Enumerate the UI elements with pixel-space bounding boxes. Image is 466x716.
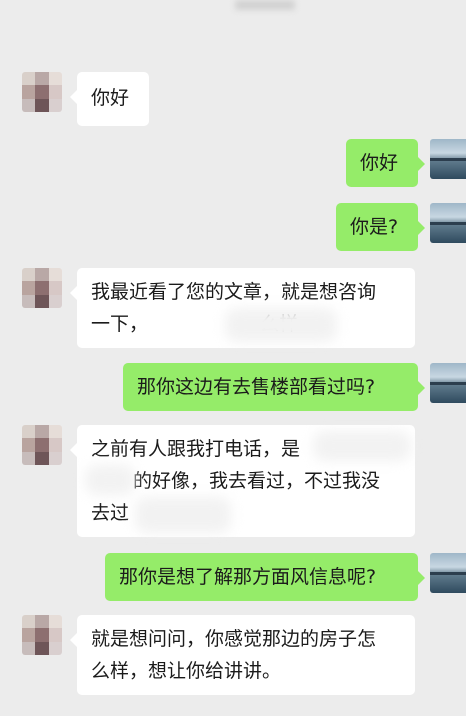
avatar-pixel xyxy=(48,628,62,642)
message-line: 就是想问问，你感觉那边的房子怎 xyxy=(91,628,377,650)
avatar-pixel xyxy=(22,641,36,655)
avatar-pixel xyxy=(48,294,62,308)
redaction-blur xyxy=(85,465,135,495)
contact-avatar[interactable] xyxy=(22,425,62,465)
avatar-pixel xyxy=(48,85,62,99)
message-line: 么样，想让你给讲讲。 xyxy=(91,660,282,682)
contact-avatar[interactable] xyxy=(22,268,62,308)
message-text: 的好像，我去看过，不过我没 xyxy=(133,470,381,492)
my-avatar[interactable] xyxy=(430,363,466,403)
contact-avatar[interactable] xyxy=(22,615,62,655)
landscape-lake-icon xyxy=(430,553,466,593)
avatar-mosaic xyxy=(22,425,62,465)
message-bubble[interactable]: 你好 xyxy=(346,139,425,187)
avatar-pixel xyxy=(22,451,36,465)
message-text: 一下， xyxy=(91,313,149,335)
my-avatar[interactable] xyxy=(430,553,466,593)
avatar-pixel xyxy=(35,294,49,308)
avatar-pixel xyxy=(35,615,49,629)
avatar-pixel xyxy=(22,85,36,99)
message-bubble[interactable]: 我最近看了您的文章，就是想咨询 一下，么样 xyxy=(70,268,415,348)
avatar-pixel xyxy=(35,438,49,452)
avatar-pixel xyxy=(48,98,62,112)
message-bubble[interactable]: 你是? xyxy=(336,203,425,251)
landscape-lake-icon xyxy=(430,363,466,403)
avatar-pixel xyxy=(22,438,36,452)
message-line: 的好像，我去看过，不过我没 xyxy=(91,465,401,497)
contact-avatar[interactable] xyxy=(22,72,62,112)
message-bubble[interactable]: 就是想问问，你感觉那边的房子怎 么样，想让你给讲讲。 xyxy=(70,615,415,695)
avatar-mosaic xyxy=(22,72,62,112)
message-bubble[interactable]: 那你是想了解那方面风信息呢? xyxy=(105,553,425,601)
avatar-pixel xyxy=(48,615,62,629)
avatar-pixel xyxy=(35,628,49,642)
avatar-pixel xyxy=(22,98,36,112)
avatar-pixel xyxy=(48,451,62,465)
top-status-fragment xyxy=(235,0,295,10)
avatar-pixel xyxy=(35,268,49,282)
message-text: 那你是想了解那方面风信息呢? xyxy=(119,566,377,588)
avatar-pixel xyxy=(35,641,49,655)
redaction-blur xyxy=(225,308,337,342)
avatar-pixel xyxy=(22,72,36,86)
message-text: 你好 xyxy=(91,87,130,109)
avatar-pixel xyxy=(48,641,62,655)
avatar-pixel xyxy=(22,281,36,295)
avatar-mosaic xyxy=(22,615,62,655)
avatar-pixel xyxy=(22,294,36,308)
my-avatar[interactable] xyxy=(430,139,466,179)
avatar-pixel xyxy=(48,72,62,86)
avatar-pixel xyxy=(48,268,62,282)
redaction-blur xyxy=(135,497,231,533)
avatar-pixel xyxy=(22,615,36,629)
avatar-pixel xyxy=(22,425,36,439)
avatar-pixel xyxy=(22,268,36,282)
avatar-pixel xyxy=(35,425,49,439)
message-bubble[interactable]: 之前有人跟我打电话，是 的好像，我去看过，不过我没 去过 xyxy=(70,425,415,537)
message-line: 我最近看了您的文章，就是想咨询 xyxy=(91,281,377,303)
my-avatar[interactable] xyxy=(430,203,466,243)
message-bubble[interactable]: 那你这边有去售楼部看过吗? xyxy=(123,363,425,411)
avatar-pixel xyxy=(35,281,49,295)
message-text: 你是? xyxy=(350,216,399,238)
avatar-pixel xyxy=(35,72,49,86)
redaction-blur xyxy=(313,431,411,461)
message-text: 那你这边有去售楼部看过吗? xyxy=(137,376,376,398)
message-bubble[interactable]: 你好 xyxy=(70,72,149,126)
landscape-lake-icon xyxy=(430,139,466,179)
avatar-mosaic xyxy=(22,268,62,308)
avatar-pixel xyxy=(35,85,49,99)
avatar-pixel xyxy=(35,98,49,112)
avatar-pixel xyxy=(35,451,49,465)
avatar-pixel xyxy=(48,425,62,439)
avatar-pixel xyxy=(22,628,36,642)
message-text: 你好 xyxy=(360,152,399,174)
landscape-lake-icon xyxy=(430,203,466,243)
avatar-pixel xyxy=(48,438,62,452)
avatar-pixel xyxy=(48,281,62,295)
